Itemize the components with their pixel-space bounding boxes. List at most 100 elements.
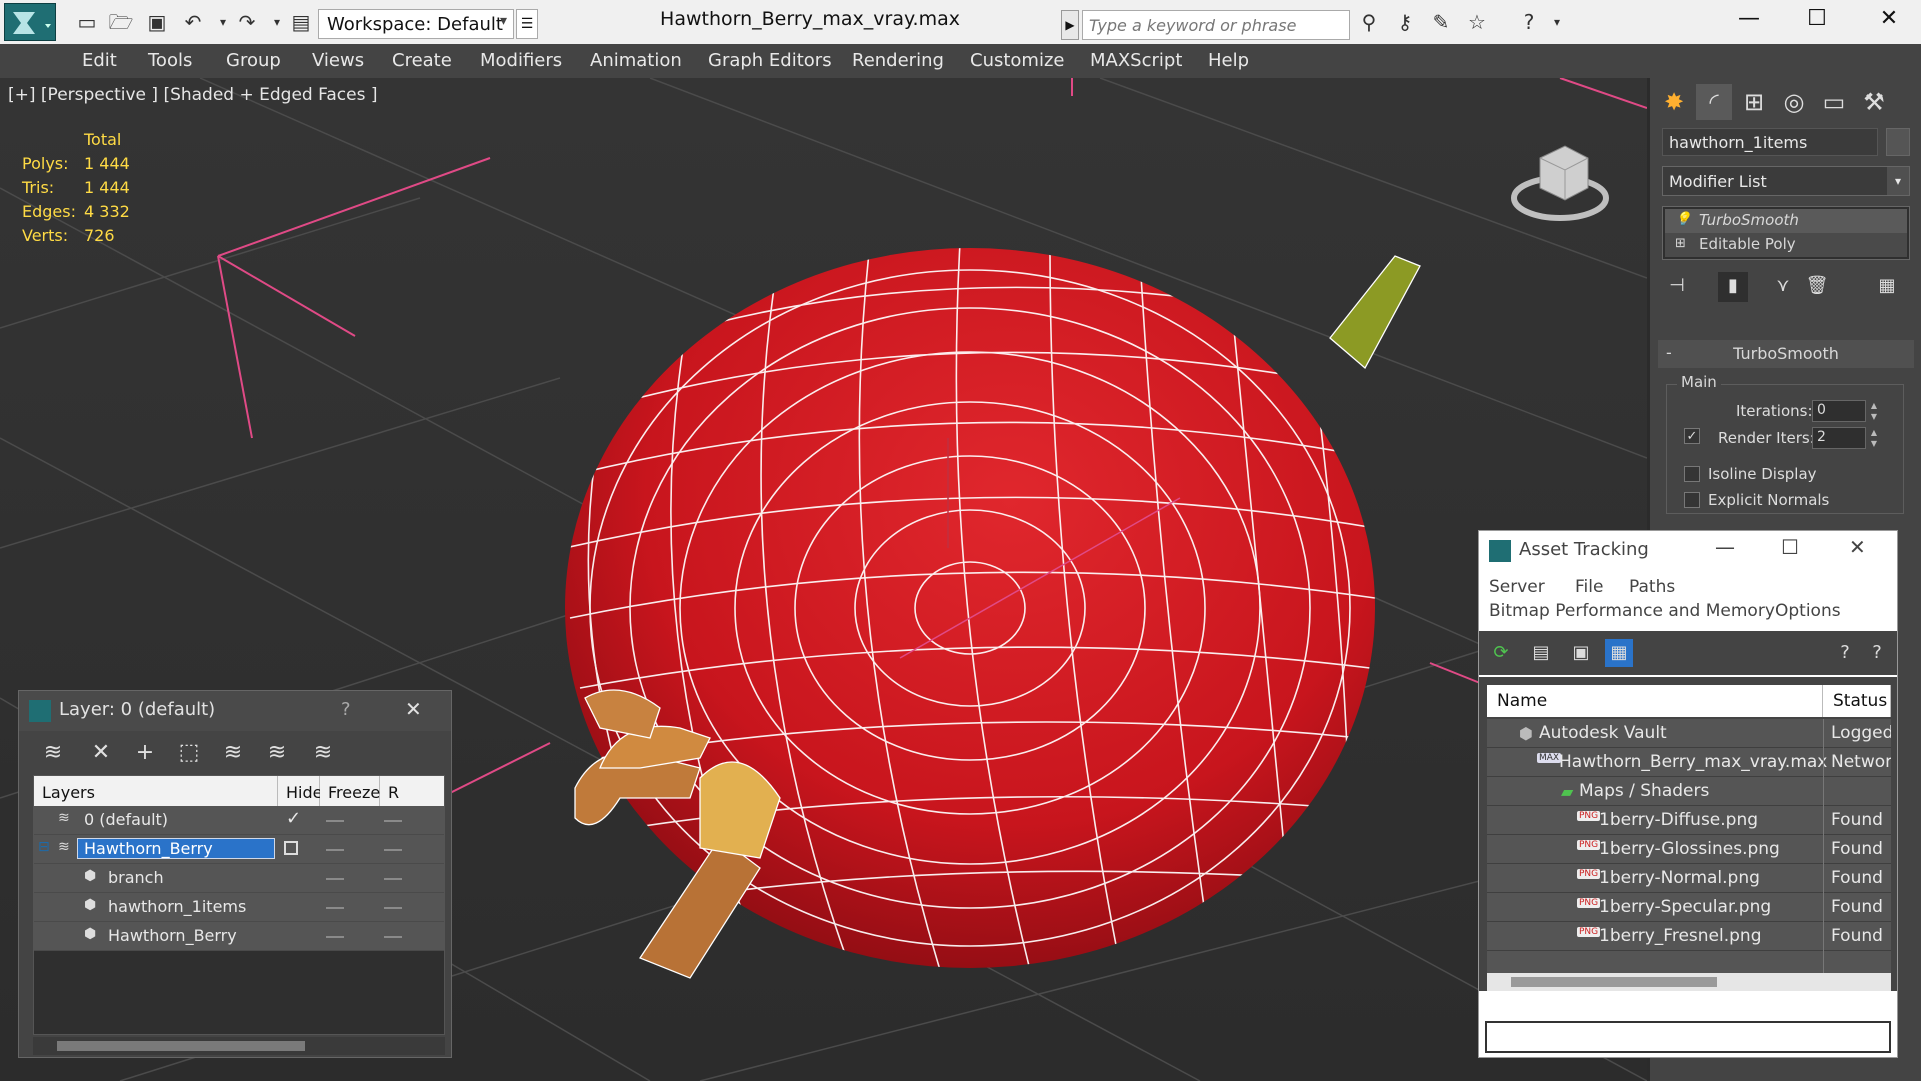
layer-panel-titlebar[interactable]: Layer: 0 (default) ? ✕ <box>19 691 451 731</box>
menu-customize[interactable]: Customize <box>970 50 1064 71</box>
configure-modifier-sets-icon[interactable]: ▦ <box>1872 272 1902 302</box>
column-header-name[interactable]: Name <box>1487 685 1823 717</box>
motion-tab-icon[interactable]: ◎ <box>1776 84 1812 120</box>
column-header-status[interactable]: Status <box>1823 685 1891 717</box>
freeze-toggle[interactable] <box>384 907 402 909</box>
workspace-selector[interactable]: Workspace: Default ▾ <box>318 9 514 39</box>
menu-options[interactable]: Options <box>1775 601 1841 621</box>
table-view-icon[interactable]: ▦ <box>1605 639 1633 667</box>
active-layer-check-icon[interactable]: ✓ <box>286 808 301 829</box>
redo-icon[interactable]: ↷ <box>234 9 260 35</box>
asset-path-field[interactable] <box>1485 1021 1891 1053</box>
viewcube-icon[interactable] <box>1510 128 1610 228</box>
close-icon[interactable]: ✕ <box>405 697 422 721</box>
layer-row[interactable]: ⬢ branch <box>34 864 444 893</box>
plus-box-icon[interactable]: ⊞ <box>1675 236 1686 251</box>
open-file-icon[interactable]: 🗁 <box>108 9 134 35</box>
asset-row[interactable]: PNG 1berry-Normal.png Found <box>1487 864 1891 893</box>
menu-modifiers[interactable]: Modifiers <box>480 50 562 71</box>
add-to-layer-icon[interactable]: ⬚ <box>175 739 203 767</box>
render-iters-checkbox[interactable]: ✓ <box>1684 428 1700 444</box>
help-icon[interactable]: ? <box>1831 639 1859 667</box>
menu-edit[interactable]: Edit <box>82 50 117 71</box>
save-icon[interactable]: ▣ <box>144 9 170 35</box>
menu-server[interactable]: Server <box>1489 577 1545 597</box>
turbosmooth-rollout-header[interactable]: - TurboSmooth <box>1658 340 1914 368</box>
redo-dropdown-icon[interactable]: ▾ <box>264 9 290 35</box>
asset-row[interactable]: PNG 1berry-Diffuse.png Found <box>1487 806 1891 835</box>
new-file-icon[interactable]: ▭ <box>74 9 100 35</box>
show-end-result-icon[interactable]: ▮ <box>1718 272 1748 302</box>
asset-row[interactable]: MAX Hawthorn_Berry_max_vray.max Network <box>1487 748 1891 777</box>
layer-row[interactable]: ≋ 0 (default) ✓ <box>34 806 444 835</box>
asset-row[interactable]: ⬢ Autodesk Vault Logged C <box>1487 719 1891 748</box>
freeze-toggle[interactable] <box>384 820 402 822</box>
freeze-toggle[interactable] <box>384 936 402 938</box>
favorites-star-icon[interactable]: ☆ <box>1464 9 1490 35</box>
pin-stack-icon[interactable]: ⊣ <box>1662 272 1692 302</box>
column-header-render[interactable]: R <box>380 776 444 806</box>
close-icon[interactable]: ✕ <box>1849 535 1866 559</box>
minimize-button[interactable]: — <box>1726 6 1772 38</box>
undo-dropdown-icon[interactable]: ▾ <box>210 9 236 35</box>
minimize-button[interactable]: — <box>1715 535 1735 559</box>
asset-panel-titlebar[interactable]: Asset Tracking — ☐ ✕ <box>1479 531 1897 571</box>
list-view-icon[interactable]: ▤ <box>1527 639 1555 667</box>
stack-item-editable-poly[interactable]: ⊞ Editable Poly <box>1665 233 1907 257</box>
horizontal-scrollbar[interactable] <box>1487 973 1891 991</box>
undo-icon[interactable]: ↶ <box>180 9 206 35</box>
scrollbar-thumb[interactable] <box>1511 977 1717 987</box>
hide-toggle[interactable] <box>326 878 344 880</box>
menu-create[interactable]: Create <box>392 50 452 71</box>
berry-stalk[interactable] <box>1329 255 1421 370</box>
highlight-selected-layer-icon[interactable]: ≋ <box>263 739 291 767</box>
help-button[interactable]: ? <box>341 699 351 720</box>
freeze-toggle[interactable] <box>384 878 402 880</box>
hide-toggle[interactable] <box>326 820 344 822</box>
hierarchy-tab-icon[interactable]: ⊞ <box>1736 84 1772 120</box>
make-unique-icon[interactable]: ⋎ <box>1768 272 1798 302</box>
menu-file[interactable]: File <box>1575 577 1603 597</box>
asset-row[interactable]: PNG 1berry-Glossines.png Found <box>1487 835 1891 864</box>
create-tab-icon[interactable]: ✸ <box>1656 84 1692 120</box>
delete-layer-icon[interactable]: ✕ <box>87 739 115 767</box>
hide-toggle[interactable] <box>326 849 344 851</box>
help-dropdown-icon[interactable]: ▾ <box>1544 9 1570 35</box>
menu-group[interactable]: Group <box>226 50 281 71</box>
select-highlight-icon[interactable]: ≋ <box>39 739 67 767</box>
asset-row[interactable]: ▰ Maps / Shaders <box>1487 777 1891 806</box>
lightbulb-icon[interactable]: 💡 <box>1675 212 1691 227</box>
berry-mesh[interactable] <box>565 248 1375 968</box>
menu-tools[interactable]: Tools <box>148 50 192 71</box>
select-objects-in-layer-icon[interactable]: ≋ <box>219 739 247 767</box>
stack-item-turbosmooth[interactable]: 💡 TurboSmooth <box>1665 209 1907 233</box>
asset-row[interactable]: PNG 1berry_Fresnel.png Found <box>1487 922 1891 951</box>
search-input[interactable]: Type a keyword or phrase <box>1082 10 1350 40</box>
active-layer-box-icon[interactable] <box>284 841 298 855</box>
hide-toggle[interactable] <box>326 907 344 909</box>
freeze-toggle[interactable] <box>384 849 402 851</box>
menu-views[interactable]: Views <box>312 50 364 71</box>
layer-row[interactable]: ⬢ hawthorn_1items <box>34 893 444 922</box>
isoline-display-checkbox[interactable] <box>1684 466 1700 482</box>
workspace-options-button[interactable]: ☰ <box>516 9 538 39</box>
key-icon[interactable]: ⚷ <box>1392 9 1418 35</box>
asset-row[interactable]: PNG 1berry-Specular.png Found <box>1487 893 1891 922</box>
modify-tab-icon[interactable]: ◜ <box>1696 84 1732 120</box>
explicit-normals-checkbox[interactable] <box>1684 492 1700 508</box>
search-expand-button[interactable]: ▶ <box>1061 10 1079 40</box>
hide-toggle[interactable] <box>326 936 344 938</box>
refresh-icon[interactable]: ⟳ <box>1487 639 1515 667</box>
communication-icon[interactable]: ✎ <box>1428 9 1454 35</box>
display-tab-icon[interactable]: ▭ <box>1816 84 1852 120</box>
iterations-spinner[interactable]: 0 <box>1812 400 1866 422</box>
column-header-layers[interactable]: Layers <box>34 776 278 806</box>
app-logo-icon[interactable] <box>4 3 56 41</box>
hide-freeze-all-icon[interactable]: ≋ <box>309 739 337 767</box>
maximize-button[interactable]: ☐ <box>1794 6 1840 38</box>
layer-row[interactable]: ⊟ ≋ Hawthorn_Berry <box>34 835 444 864</box>
spinner-arrows-icon[interactable]: ▲ ▼ <box>1868 400 1880 422</box>
scrollbar-thumb[interactable] <box>57 1041 305 1051</box>
thumbnail-view-icon[interactable]: ▣ <box>1567 639 1595 667</box>
menu-help[interactable]: Help <box>1208 50 1249 71</box>
